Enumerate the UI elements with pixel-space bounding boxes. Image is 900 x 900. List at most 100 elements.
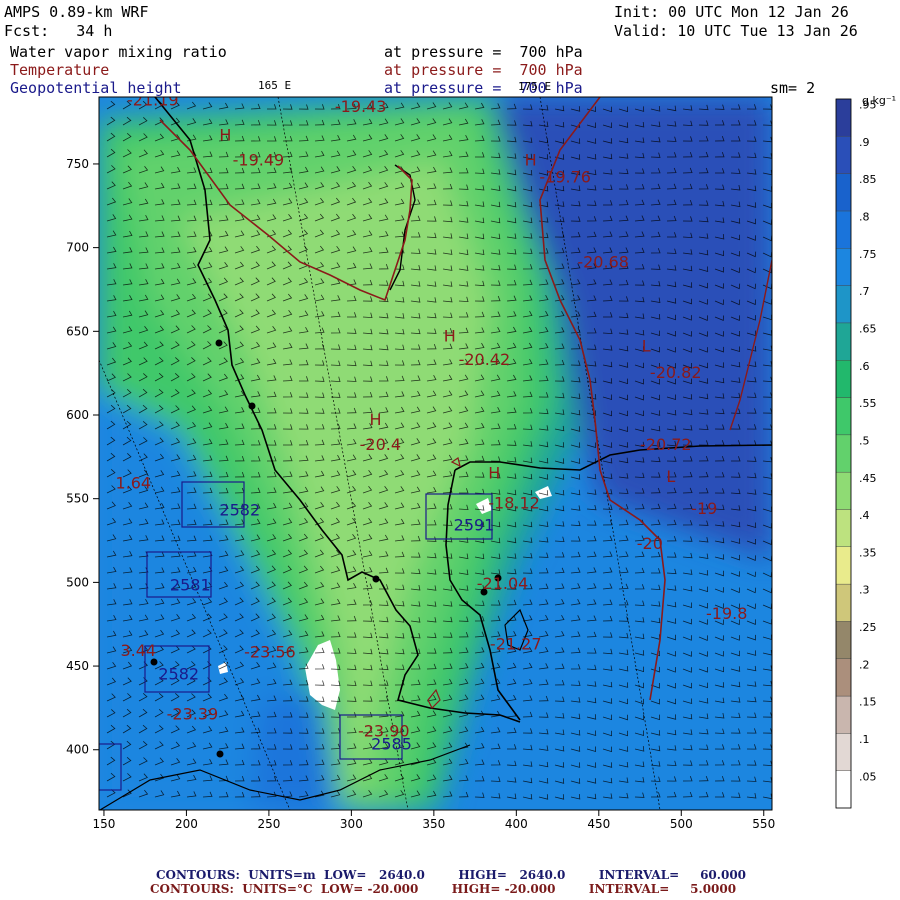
footer-line-1: CONTOURS: UNITS=m LOW= 2640.0 HIGH= 2640… [156, 868, 746, 882]
colorbar-label: .5 [859, 434, 870, 447]
colorbar-label: .65 [859, 322, 877, 335]
colorbar-swatch [835, 210, 852, 249]
colorbar-swatch [835, 546, 852, 585]
colorbar-label: .85 [859, 173, 877, 186]
colorbar-swatch [835, 695, 852, 734]
colorbar-label: .75 [859, 248, 877, 261]
temperature-label: -21.27 [490, 634, 542, 653]
temperature-label: H [219, 126, 231, 145]
colorbar-label: .9 [859, 136, 870, 149]
colorbar-swatch [835, 248, 852, 286]
colorbar-swatch [835, 173, 852, 212]
temperature-label: -23.39 [167, 705, 219, 724]
colorbar-swatch [835, 471, 852, 510]
colorbar-swatch [835, 733, 852, 771]
colorbar-label: .95 [859, 99, 877, 112]
footer-interval: INTERVAL= 60.000 [598, 868, 747, 882]
y-axis: 400 450 500 550 600 650 700 750 [66, 157, 99, 757]
temperature-label: -19.49 [233, 151, 285, 170]
temperature-label: 3.44 [120, 641, 156, 660]
height-label: 2582 [158, 664, 199, 683]
footer-low: LOW= -20.000 [320, 882, 419, 896]
footer-line-2: CONTOURS: UNITS=°C LOW= -20.000 HIGH= -2… [150, 882, 736, 896]
temperature-label: -18.12 [488, 494, 540, 513]
footer-high: HIGH= -20.000 [451, 882, 556, 896]
moisture-field: H-19.49-19.43H-19.76-20.68H-20.42L-20.82… [99, 90, 772, 810]
colorbar-swatch [835, 322, 852, 361]
colorbar-label: .25 [859, 621, 877, 634]
colorbar-swatch [835, 509, 852, 547]
footer-units: UNITS=m [248, 868, 316, 882]
colorbar-label: .4 [859, 509, 870, 522]
height-label: 2582 [219, 500, 260, 519]
colorbar-label: .05 [859, 770, 877, 783]
y-tick-label: 600 [66, 408, 89, 422]
temperature-label: H [444, 326, 456, 345]
colorbar-swatch [835, 621, 852, 659]
temperature-label: H [488, 464, 500, 483]
colorbar-label: .1 [859, 733, 870, 746]
station-dot [215, 339, 223, 347]
colorbar-label: .6 [859, 360, 870, 373]
footer-units: UNITS=°C [242, 882, 313, 896]
colorbar-label: .7 [859, 285, 870, 298]
x-tick-label: 450 [587, 817, 610, 831]
temperature-label: -21.19 [127, 90, 179, 109]
temperature-label: -20.4 [360, 435, 401, 454]
station-dot [372, 575, 380, 583]
colorbar-label: .2 [859, 658, 870, 671]
x-tick-label: 200 [175, 817, 198, 831]
colorbar-label: .45 [859, 472, 877, 485]
temperature-label: -20 [637, 534, 663, 553]
height-label: 2585 [371, 735, 412, 754]
colorbar-swatch [835, 770, 852, 809]
y-tick-label: 700 [66, 241, 89, 255]
colorbar-label: .35 [859, 546, 877, 559]
y-tick-label: 650 [66, 324, 89, 338]
temperature-label: -19 [691, 499, 717, 518]
colorbar-label: .15 [859, 696, 877, 709]
x-tick-label: 150 [92, 817, 115, 831]
colorbar-swatch [835, 397, 852, 436]
colorbar-swatch [835, 434, 852, 473]
station-dot [216, 750, 224, 758]
temperature-label: H [370, 410, 382, 429]
colorbar-label: .55 [859, 397, 877, 410]
x-axis: 150 200 250 300 350 400 450 500 550 [92, 810, 775, 831]
x-tick-label: 300 [340, 817, 363, 831]
temperature-label: 1.64 [115, 474, 151, 493]
colorbar-label: .3 [859, 584, 870, 597]
x-tick-label: 500 [670, 817, 693, 831]
colorbar-swatch [835, 98, 852, 137]
temperature-label: -20.68 [577, 253, 629, 272]
colorbar-swatch [835, 360, 852, 398]
station-dot [248, 402, 256, 410]
temperature-label: -19.76 [539, 167, 591, 186]
colorbar-swatch [835, 583, 852, 622]
height-label: 2581 [170, 576, 211, 595]
x-tick-label: 400 [505, 817, 528, 831]
footer-interval: INTERVAL= 5.0000 [588, 882, 737, 896]
colorbar-swatch [835, 285, 852, 324]
temperature-label: -20.42 [459, 350, 511, 369]
height-label: 2591 [454, 515, 495, 534]
colorbar-swatch [835, 658, 852, 697]
colorbar-label: .8 [859, 211, 870, 224]
colorbar-swatch [835, 136, 852, 174]
temperature-label: -19.8 [706, 604, 747, 623]
temperature-label: -21.04 [477, 574, 529, 593]
y-tick-label: 550 [66, 492, 89, 506]
temperature-label: H [525, 151, 537, 170]
x-tick-label: 550 [752, 817, 775, 831]
weather-map: H-19.49-19.43H-19.76-20.68H-20.42L-20.82… [66, 90, 896, 831]
footer-contours-label: CONTOURS: [156, 868, 240, 882]
footer-low: LOW= 2640.0 [324, 868, 425, 882]
temperature-label: L [642, 336, 651, 355]
colorbar: g kg⁻¹ .05.1.15.2.25.3.35.4.45.5.55.6.65… [835, 94, 896, 809]
y-tick-label: 450 [66, 659, 89, 673]
y-tick-label: 400 [66, 743, 89, 757]
x-tick-label: 350 [422, 817, 445, 831]
temperature-label: L [666, 467, 675, 486]
y-tick-label: 500 [66, 575, 89, 589]
x-tick-label: 250 [257, 817, 280, 831]
